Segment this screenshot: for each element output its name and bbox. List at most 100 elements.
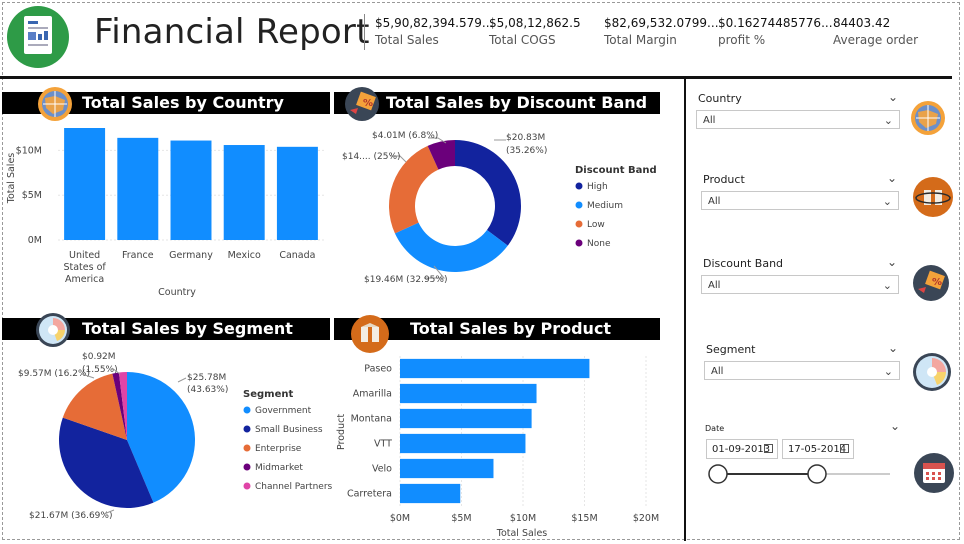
segment-pie-icon: [913, 353, 951, 391]
slicer-country-value: All: [703, 115, 716, 126]
date-end-value: 17-05-2014: [788, 444, 847, 455]
legend-marker: [575, 220, 583, 228]
legend-item: Government: [255, 406, 312, 416]
segment-chart-title: Total Sales by Segment: [82, 319, 293, 338]
globe-map-icon: [911, 101, 945, 135]
kpi-value: $0.16274485776...: [718, 16, 833, 30]
data-label-enterprise: $9.57M (16.2%): [18, 369, 90, 379]
bar-germany: [170, 140, 212, 240]
date-slider-start-handle[interactable]: [708, 464, 728, 484]
x-tick-label: Germany: [169, 250, 213, 261]
slicer-product[interactable]: Product ⌄ All ⌄: [701, 171, 899, 213]
data-label-government-pct: (43.63%): [187, 385, 228, 395]
y-tick-label: VTT: [374, 439, 392, 450]
legend-marker: [575, 201, 583, 209]
x-tick-label: $15M: [571, 513, 597, 524]
y-tick-label: $5M: [22, 190, 42, 201]
legend-item: Channel Partners: [255, 482, 332, 492]
chevron-down-icon[interactable]: ⌄: [890, 419, 900, 433]
date-end-input[interactable]: 17-05-2014: [782, 439, 854, 459]
kpi-profit-percent: $0.16274485776... profit %: [718, 16, 833, 47]
y-tick-label: 0M: [28, 235, 42, 246]
slicer-country[interactable]: Country ⌄ All ⌄: [696, 90, 900, 132]
kpi-label: Total COGS: [489, 33, 556, 47]
legend-item: Enterprise: [255, 444, 302, 454]
segment-legend: Segment Government Small Business Enterpri…: [243, 389, 332, 492]
kpi-label: profit %: [718, 33, 766, 47]
country-chart-x-ticks: United States of America France Germany Mexic…: [63, 250, 315, 285]
x-tick-label: $10M: [510, 513, 536, 524]
y-tick-label: Carretera: [347, 489, 392, 500]
data-label-midmarket-value: $0.92M: [82, 352, 116, 362]
product-x-axis-title: Total Sales: [496, 528, 548, 539]
date-range-slider[interactable]: [700, 462, 900, 486]
calendar-icon[interactable]: [840, 444, 849, 453]
chevron-down-icon[interactable]: ⌄: [888, 90, 898, 104]
slicer-discount-band-label: Discount Band: [703, 257, 784, 270]
data-label-high-pct: (35.26%): [506, 146, 547, 156]
kpi-value: $5,90,82,394.579...: [375, 16, 494, 30]
dropdown-arrow-icon: ⌄: [882, 195, 892, 208]
country-y-axis-title: Total Sales: [6, 153, 17, 205]
legend-marker: [575, 239, 583, 247]
page-title: Financial Report: [94, 12, 370, 52]
dropdown-arrow-icon: ⌄: [882, 279, 892, 292]
discount-legend: Discount Band High Medium Low None: [575, 165, 657, 249]
slicer-country-dropdown[interactable]: All ⌄: [696, 110, 900, 129]
chevron-down-icon[interactable]: ⌄: [888, 341, 898, 355]
y-tick-label: Velo: [372, 464, 392, 475]
calendar-icon: [914, 453, 954, 493]
y-tick-label: $10M: [16, 145, 42, 156]
y-tick-label: Amarilla: [353, 389, 392, 400]
legend-marker: [575, 182, 583, 190]
legend-marker: [243, 463, 251, 471]
legend-item: Medium: [587, 201, 623, 211]
kpi-label: Total Sales: [375, 33, 439, 47]
kpi-total-sales: $5,90,82,394.579... Total Sales: [375, 16, 493, 47]
kpi-value: $5,08,12,862.5: [489, 16, 581, 30]
discount-donut-slices: [389, 140, 521, 272]
country-chart-bars: [64, 128, 318, 240]
product-chart-y-ticks: Paseo Amarilla Montana VTT Velo Carretera: [347, 364, 392, 500]
x-tick-label: $5M: [451, 513, 471, 524]
svg-text:%: %: [932, 277, 942, 288]
dropdown-arrow-icon: ⌄: [883, 114, 893, 127]
x-tick-label: Mexico: [228, 250, 261, 261]
date-slider-end-handle[interactable]: [807, 464, 827, 484]
country-chart-title: Total Sales by Country: [82, 93, 284, 112]
chevron-down-icon[interactable]: ⌄: [887, 255, 897, 269]
bar-united-states-of-america: [64, 128, 106, 240]
bar-canada: [276, 146, 318, 240]
data-label-small-business: $21.67M (36.69%): [29, 511, 112, 521]
segment-legend-title: Segment: [243, 389, 293, 400]
x-tick-label: $20M: [633, 513, 659, 524]
country-bar-chart: 0M $5M $10M United States of America France Ge…: [6, 128, 324, 298]
slicer-discount-band[interactable]: Discount Band ⌄ All ⌄: [701, 255, 899, 297]
segment-pie-chart: $0.92M (1.55%) $9.57M (16.2%) $25.78M (4…: [18, 352, 332, 521]
legend-marker: [243, 425, 251, 433]
product-chart-title: Total Sales by Product: [410, 319, 612, 338]
date-start-input[interactable]: 01-09-2013: [706, 439, 778, 459]
slicer-discount-band-dropdown[interactable]: All ⌄: [701, 275, 899, 294]
svg-text:%: %: [363, 98, 373, 109]
slicer-segment-dropdown[interactable]: All ⌄: [704, 361, 900, 380]
chevron-down-icon[interactable]: ⌄: [887, 171, 897, 185]
discount-donut-chart: $4.01M (6.8%) $20.83M (35.26%) $14.... (…: [342, 131, 657, 285]
kpi-value: 84403.42: [833, 16, 891, 30]
discount-chart-title: Total Sales by Discount Band: [386, 93, 648, 112]
slicer-product-dropdown[interactable]: All ⌄: [701, 191, 899, 210]
slicer-segment[interactable]: Segment ⌄ All ⌄: [704, 341, 900, 383]
dropdown-arrow-icon: ⌄: [883, 365, 893, 378]
data-label-none: $4.01M (6.8%): [372, 131, 438, 141]
slicer-date-label: Date: [705, 424, 725, 433]
product-chart-gridlines: [399, 356, 647, 506]
bar-amarilla: [400, 383, 537, 404]
slicer-country-label: Country: [698, 92, 742, 105]
slicer-product-value: All: [708, 196, 721, 207]
kpi-label: Average order: [833, 33, 919, 47]
calendar-icon[interactable]: [764, 444, 773, 453]
discount-legend-title: Discount Band: [575, 165, 657, 176]
x-tick-label: France: [122, 250, 154, 261]
slicer-pane-divider: [684, 79, 686, 541]
bar-vtt: [400, 433, 526, 454]
